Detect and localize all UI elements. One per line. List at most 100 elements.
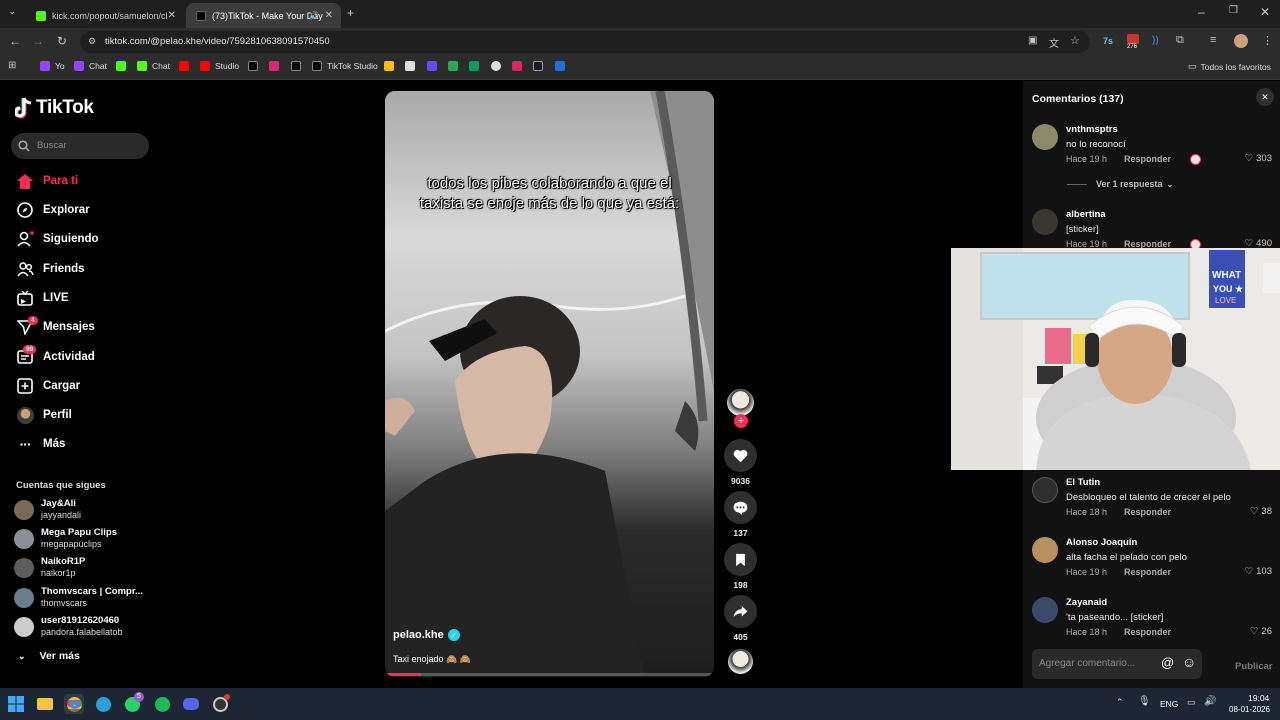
comment-button[interactable] xyxy=(724,491,757,524)
bookmark-sheets[interactable] xyxy=(469,61,484,71)
followed-account[interactable]: NaikoR1P naikor1p xyxy=(14,554,154,582)
all-bookmarks[interactable]: ▭ Todos los favoritos xyxy=(1188,61,1271,72)
bookmark-tiktok[interactable] xyxy=(291,61,306,71)
followed-account[interactable]: Mega Papu Clips megapapuclips xyxy=(14,525,154,553)
translate-icon[interactable]: 文 xyxy=(1049,35,1059,50)
windows-start-icon[interactable] xyxy=(6,694,26,714)
bookmark-chat[interactable]: Chat xyxy=(74,61,107,71)
comment-like-button[interactable]: ♡ 38 xyxy=(1250,506,1272,517)
reply-button[interactable]: Responder xyxy=(1124,627,1171,637)
reply-button[interactable]: Responder xyxy=(1124,507,1171,517)
spotify-icon[interactable] xyxy=(152,694,172,714)
comment-username[interactable]: albertina xyxy=(1066,209,1106,220)
like-button[interactable] xyxy=(724,439,757,472)
author-avatar[interactable] xyxy=(727,389,754,416)
video-author[interactable]: pelao.khe ✓ xyxy=(393,629,460,641)
comment-like-button[interactable]: ♡ 103 xyxy=(1245,566,1272,577)
mention-icon[interactable]: @ xyxy=(1161,655,1174,670)
close-tab-icon[interactable]: ✕ xyxy=(325,10,333,21)
clock-date[interactable]: 08-01-2026 xyxy=(1229,705,1270,714)
share-button[interactable] xyxy=(724,595,757,628)
comment-username[interactable]: El Tutin xyxy=(1066,477,1100,488)
extensions-puzzle-icon[interactable]: ⧉ xyxy=(1176,34,1184,47)
bookmark-drive[interactable] xyxy=(384,61,399,71)
avatar[interactable] xyxy=(1032,209,1058,235)
music-disc-avatar[interactable] xyxy=(728,649,753,674)
tab-search-icon[interactable]: ⌄ xyxy=(8,7,16,17)
reload-icon[interactable]: ↻ xyxy=(57,35,67,47)
bookmark-misc[interactable] xyxy=(555,61,570,71)
extension-icon[interactable]: )) xyxy=(1152,35,1159,46)
see-more-button[interactable]: ⌄ Ver más xyxy=(18,650,80,662)
url-bar[interactable]: ⚙ tiktok.com/@pelao.khe/video/7592810638… xyxy=(80,31,1090,53)
bookmark-kick[interactable] xyxy=(116,61,131,71)
tiktok-logo[interactable]: TikTok xyxy=(15,97,94,119)
emoji-icon[interactable]: ☺ xyxy=(1182,654,1196,670)
comment-username[interactable]: Alonso Joaquín xyxy=(1066,537,1137,548)
nav-more[interactable]: ··· Más xyxy=(16,433,166,455)
comment-like-button[interactable]: ♡ 26 xyxy=(1250,626,1272,637)
close-window-icon[interactable]: ✕ xyxy=(1260,6,1270,18)
tab-tiktok[interactable]: (73)TikTok - Make Your Day 🔊 ✕ xyxy=(186,3,341,28)
nav-following[interactable]: Siguiendo xyxy=(16,228,166,250)
back-icon[interactable]: ← xyxy=(9,35,21,47)
profile-avatar[interactable] xyxy=(1234,34,1248,48)
avatar[interactable] xyxy=(1032,477,1058,503)
followed-account[interactable]: Jay&Ali jayyandali xyxy=(14,496,154,524)
new-tab-icon[interactable]: + xyxy=(347,7,354,19)
bookmark-misc[interactable] xyxy=(448,61,463,71)
microphone-icon[interactable]: 🎙 xyxy=(1138,696,1151,707)
bookmark-misc[interactable] xyxy=(427,61,442,71)
minimize-icon[interactable]: – xyxy=(1198,6,1205,18)
comment-username[interactable]: vnthmsptrs xyxy=(1066,124,1118,135)
nav-live[interactable]: ▶ LIVE xyxy=(16,287,166,309)
bookmark-x[interactable] xyxy=(248,61,263,71)
screenshot-icon[interactable]: ▣ xyxy=(1028,35,1037,46)
language-indicator[interactable]: ENG xyxy=(1160,699,1178,709)
apps-grid-icon[interactable]: ⊞ xyxy=(8,61,16,71)
followed-account[interactable]: Thomvscars | Compr... thomvscars xyxy=(14,584,154,612)
bookmark-instagram[interactable] xyxy=(269,61,284,71)
video-player[interactable]: todos los pibes colaborando a que el tax… xyxy=(385,91,714,677)
nav-activity[interactable]: 99 Actividad xyxy=(16,345,166,368)
menu-icon[interactable]: ⋮ xyxy=(1262,34,1273,47)
bookmark-yo[interactable]: Yo xyxy=(40,61,65,71)
reading-list-icon[interactable]: ≡ xyxy=(1210,34,1216,46)
search-input[interactable]: Buscar xyxy=(11,133,149,159)
view-replies-button[interactable]: Ver 1 respuesta ⌄ xyxy=(1067,179,1173,189)
speaker-icon[interactable]: 🔊 xyxy=(309,11,319,20)
comment-username[interactable]: Zayanaid xyxy=(1066,597,1107,608)
avatar[interactable] xyxy=(1032,124,1058,150)
maximize-icon[interactable]: ❐ xyxy=(1229,6,1238,16)
bookmark-tiktok-studio[interactable]: TikTok Studio xyxy=(312,61,378,71)
bookmark-star-icon[interactable]: ☆ xyxy=(1070,34,1080,47)
bookmark-misc[interactable] xyxy=(491,61,506,71)
reply-button[interactable]: Responder xyxy=(1124,154,1171,164)
tray-expand-icon[interactable]: ⌃ xyxy=(1116,697,1124,708)
file-explorer-icon[interactable] xyxy=(35,694,55,714)
bookmark-misc[interactable] xyxy=(512,61,527,71)
nav-explore[interactable]: Explorar xyxy=(16,199,166,221)
clock-time[interactable]: 19:04 xyxy=(1248,693,1269,703)
save-button[interactable] xyxy=(724,543,757,576)
telegram-icon[interactable] xyxy=(93,694,113,714)
tab-kick[interactable]: kick.com/popout/samuelon/cha ✕ xyxy=(26,3,184,28)
close-tab-icon[interactable]: ✕ xyxy=(168,10,176,21)
bookmark-studio[interactable]: Studio xyxy=(200,61,239,71)
avatar[interactable] xyxy=(1032,597,1058,623)
discord-icon[interactable] xyxy=(181,694,201,714)
chrome-icon[interactable] xyxy=(64,694,84,714)
video-progress-track[interactable] xyxy=(385,673,714,676)
followed-account[interactable]: user81912620460 pandora.falabellatob xyxy=(14,613,154,641)
nav-messages[interactable]: 4 Mensajes xyxy=(16,316,166,338)
comment-input[interactable]: Agregar comentario... @ ☺ xyxy=(1032,649,1202,679)
comment-like-button[interactable]: ♡ 303 xyxy=(1245,153,1272,164)
bookmark-misc[interactable] xyxy=(533,61,548,71)
bookmark-chat-kick[interactable]: Chat xyxy=(137,61,170,71)
extension-icon[interactable]: 7s xyxy=(1103,36,1113,46)
close-comments-button[interactable]: ✕ xyxy=(1256,88,1274,106)
bookmark-misc[interactable] xyxy=(405,61,420,71)
reply-button[interactable]: Responder xyxy=(1124,567,1171,577)
post-comment-button[interactable]: Publicar xyxy=(1235,661,1273,672)
nav-profile[interactable]: Perfil xyxy=(16,404,166,426)
